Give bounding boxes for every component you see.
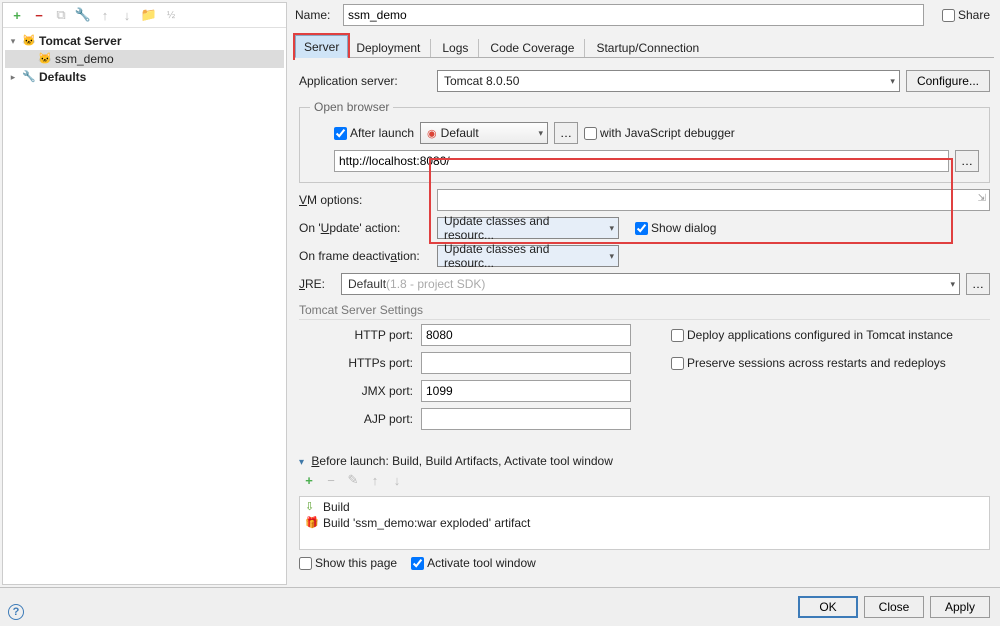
tree-label: ssm_demo — [55, 52, 114, 66]
jmx-port-input[interactable] — [421, 380, 631, 402]
tab-server[interactable]: Server — [295, 35, 348, 58]
open-browser-group: Open browser After launch ◉ Default … — [299, 100, 990, 183]
add-icon[interactable]: + — [9, 7, 25, 23]
js-debugger-checkbox[interactable]: with JavaScript debugger — [584, 126, 735, 140]
jre-browse-button[interactable]: … — [966, 273, 990, 295]
wrench-icon[interactable]: 🔧 — [75, 7, 91, 23]
show-page-checkbox[interactable]: Show this page — [299, 556, 397, 570]
tab-bar: Server Deployment Logs Code Coverage Sta… — [295, 34, 994, 58]
show-dialog-checkbox[interactable]: Show dialog — [635, 221, 716, 235]
dialog-footer: ? OK Close Apply — [0, 587, 1000, 626]
tree-node-tomcat-server[interactable]: ▾ 🐱 Tomcat Server — [5, 32, 284, 50]
jmx-port-label: JMX port: — [323, 384, 413, 398]
jre-combo[interactable]: Default (1.8 - project SDK) — [341, 273, 960, 295]
update-action-combo[interactable]: Update classes and resourc... — [437, 217, 619, 239]
https-port-input[interactable] — [421, 352, 631, 374]
chevron-down-icon[interactable]: ▾ — [7, 36, 19, 47]
ajp-port-label: AJP port: — [323, 412, 413, 426]
config-tree-panel: + − ⧉ 🔧 ↑ ↓ 📁 ½ ▾ 🐱 Tomcat Server 🐱 ss — [2, 2, 287, 585]
frame-deact-label: On frame deactivation: — [299, 249, 431, 263]
sort-icon[interactable]: ½ — [163, 7, 179, 23]
down-icon: ↓ — [389, 472, 405, 488]
before-launch-label: Before launch: Build, Build Artifacts, A… — [311, 454, 613, 468]
config-toolbar: + − ⧉ 🔧 ↑ ↓ 📁 ½ — [3, 3, 286, 28]
deploy-in-tomcat-checkbox[interactable]: Deploy applications configured in Tomcat… — [671, 328, 990, 342]
folder-icon[interactable]: 📁 — [141, 7, 157, 23]
browser-combo[interactable]: ◉ Default — [420, 122, 548, 144]
share-check[interactable] — [942, 9, 955, 22]
frame-deact-combo[interactable]: Update classes and resourc... — [437, 245, 619, 267]
tree-node-ssm-demo[interactable]: 🐱 ssm_demo — [5, 50, 284, 68]
list-item[interactable]: 🎁 Build 'ssm_demo:war exploded' artifact — [302, 515, 987, 531]
name-label: Name: — [295, 8, 337, 22]
tab-code-coverage[interactable]: Code Coverage — [481, 36, 583, 58]
https-port-label: HTTPs port: — [323, 356, 413, 370]
http-port-input[interactable] — [421, 324, 631, 346]
browser-browse-button[interactable]: … — [554, 122, 578, 144]
config-tree[interactable]: ▾ 🐱 Tomcat Server 🐱 ssm_demo ▸ 🔧 Default… — [3, 28, 286, 90]
name-input[interactable] — [343, 4, 924, 26]
remove-icon[interactable]: − — [31, 7, 47, 23]
down-icon: ↓ — [119, 7, 135, 23]
tab-startup[interactable]: Startup/Connection — [587, 36, 708, 58]
tree-label: Tomcat Server — [39, 34, 121, 48]
tab-deployment[interactable]: Deployment — [347, 36, 429, 58]
configure-button[interactable]: Configure... — [906, 70, 990, 92]
jre-label: JRE: — [299, 277, 335, 291]
build-icon: ⇩ — [305, 500, 319, 514]
tomcat-settings-legend: Tomcat Server Settings — [299, 303, 990, 320]
before-launch-list[interactable]: ⇩ Build 🎁 Build 'ssm_demo:war exploded' … — [299, 496, 990, 550]
js-debugger-check[interactable] — [584, 127, 597, 140]
http-port-label: HTTP port: — [323, 328, 413, 342]
chevron-down-icon[interactable]: ▾ — [299, 457, 304, 468]
update-action-label: On 'Update' action: — [299, 221, 431, 235]
server-panel: Application server: Tomcat 8.0.50 Config… — [295, 58, 994, 581]
app-server-combo[interactable]: Tomcat 8.0.50 — [437, 70, 900, 92]
up-icon: ↑ — [367, 472, 383, 488]
list-item[interactable]: ⇩ Build — [302, 499, 987, 515]
config-content: Name: Share Server Deployment Logs Code … — [289, 0, 1000, 587]
apply-button[interactable]: Apply — [930, 596, 990, 618]
show-dialog-check[interactable] — [635, 222, 648, 235]
up-icon: ↑ — [97, 7, 113, 23]
preserve-sessions-checkbox[interactable]: Preserve sessions across restarts and re… — [671, 356, 990, 370]
after-launch-check[interactable] — [334, 127, 347, 140]
url-input[interactable] — [334, 150, 949, 172]
vm-options-label: VM options: — [299, 193, 431, 207]
activate-tool-checkbox[interactable]: Activate tool window — [411, 556, 536, 570]
app-server-label: Application server: — [299, 74, 431, 88]
tree-label: Defaults — [39, 70, 86, 84]
ajp-port-input[interactable] — [421, 408, 631, 430]
edit-icon: ✎ — [345, 472, 361, 488]
share-checkbox[interactable]: Share — [942, 8, 990, 22]
after-launch-checkbox[interactable]: After launch — [334, 126, 414, 140]
add-icon[interactable]: + — [301, 472, 317, 488]
expand-icon[interactable]: ⇲ — [978, 193, 986, 204]
copy-icon[interactable]: ⧉ — [53, 7, 69, 23]
artifact-icon: 🎁 — [305, 516, 319, 530]
share-label: Share — [958, 8, 990, 22]
remove-icon: − — [323, 472, 339, 488]
chrome-icon: ◉ — [427, 127, 437, 140]
open-browser-legend: Open browser — [310, 100, 393, 114]
url-browse-button[interactable]: … — [955, 150, 979, 172]
vm-options-input[interactable]: ⇲ — [437, 189, 990, 211]
tab-logs[interactable]: Logs — [433, 36, 477, 58]
help-icon[interactable]: ? — [8, 604, 24, 620]
close-button[interactable]: Close — [864, 596, 924, 618]
tomcat-icon: 🐱 — [38, 52, 52, 66]
chevron-right-icon[interactable]: ▸ — [7, 72, 19, 83]
tree-node-defaults[interactable]: ▸ 🔧 Defaults — [5, 68, 284, 86]
wrench-icon: 🔧 — [22, 70, 36, 84]
ok-button[interactable]: OK — [798, 596, 858, 618]
tomcat-icon: 🐱 — [22, 34, 36, 48]
